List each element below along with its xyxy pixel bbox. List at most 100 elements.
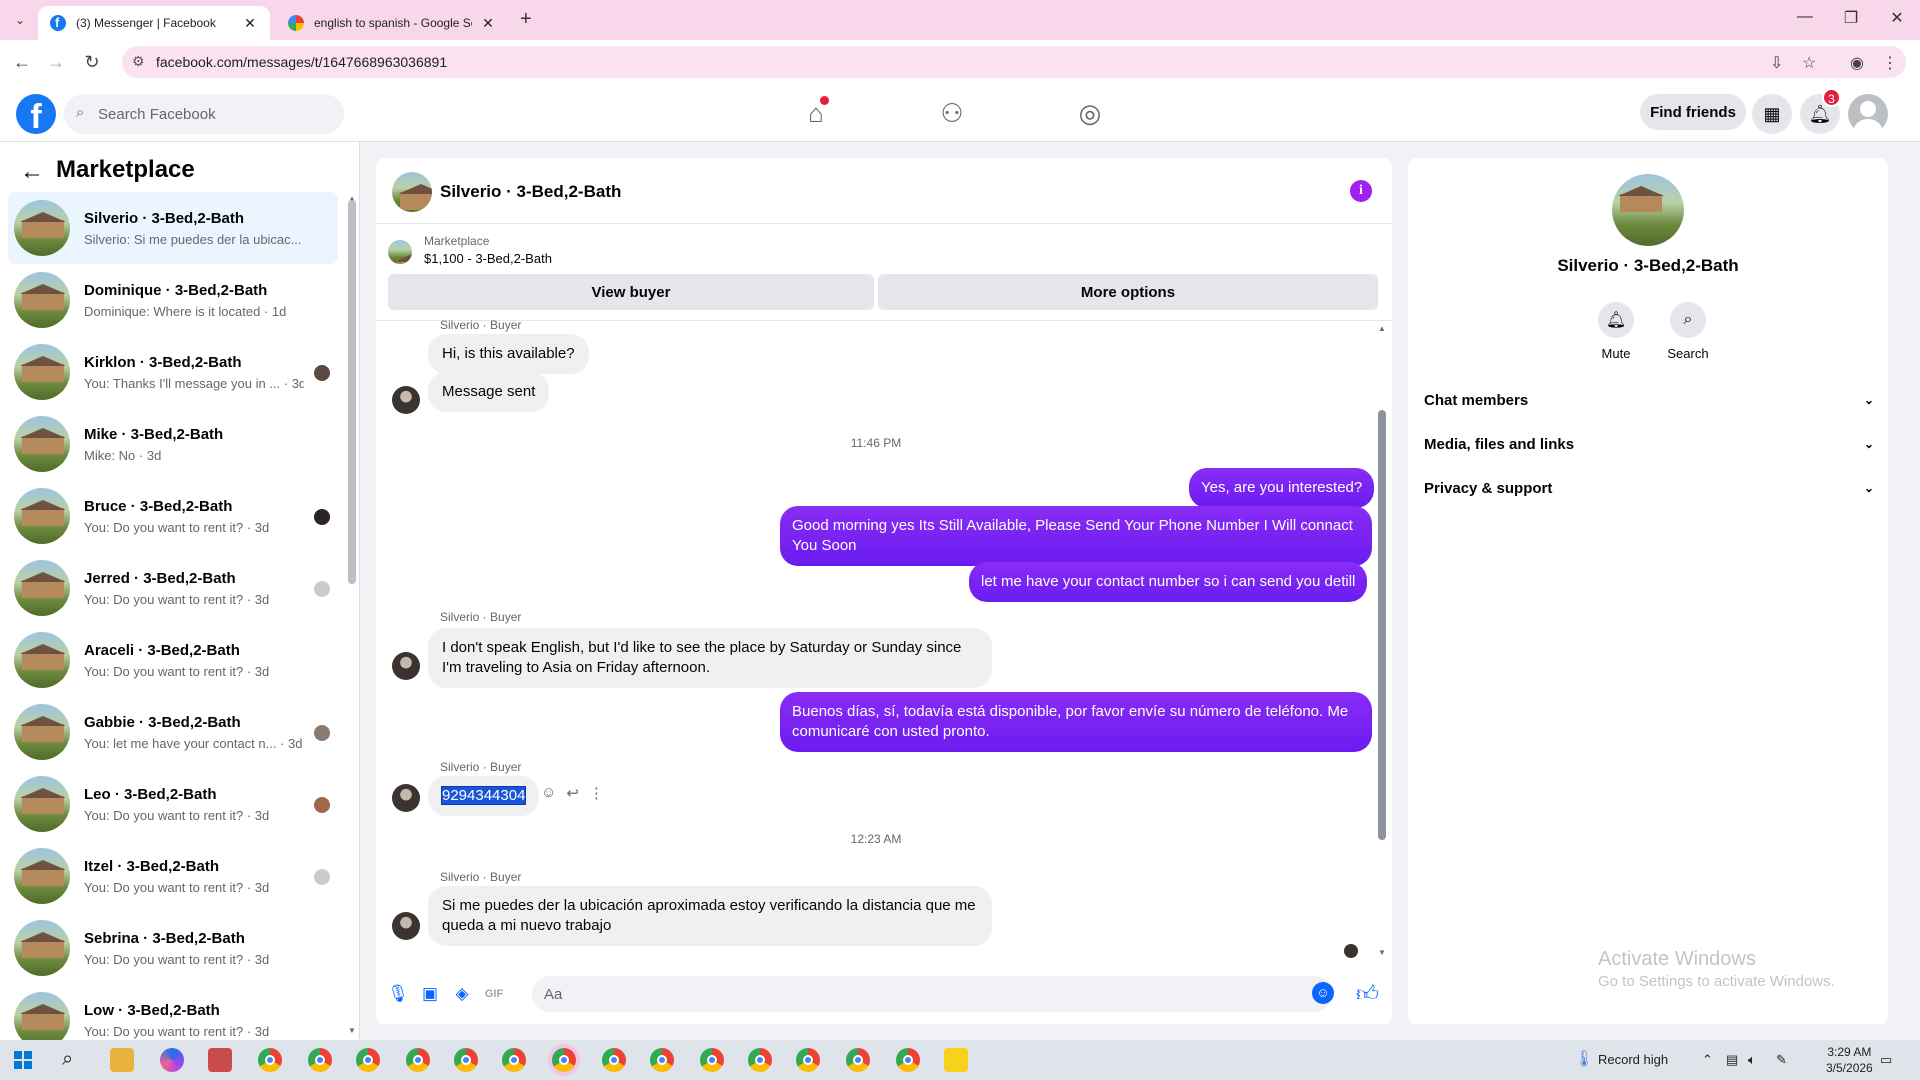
chrome-icon[interactable]	[796, 1048, 820, 1072]
find-friends-button[interactable]: Find friends	[1640, 94, 1746, 130]
conversation-item[interactable]: Itzel · 3-Bed,2-Bath You: Do you want to…	[8, 840, 338, 912]
chrome-icon[interactable]	[356, 1048, 380, 1072]
taskbar-clock[interactable]: 3:29 AM 3/5/2026	[1826, 1044, 1873, 1076]
thumbs-up-icon[interactable]: 👍︎	[1356, 980, 1379, 1007]
url-text[interactable]: facebook.com/messages/t/1647668963036891	[156, 54, 447, 70]
conversation-item[interactable]: Bruce · 3-Bed,2-Bath You: Do you want to…	[8, 480, 338, 552]
chat-title[interactable]: Silverio · 3-Bed,2-Bath	[440, 182, 621, 202]
chrome-icon[interactable]	[700, 1048, 724, 1072]
sticker-icon[interactable]: ◈	[450, 982, 474, 1006]
network-icon[interactable]: ▤	[1726, 1052, 1738, 1068]
menu-grid-icon[interactable]: ▦	[1752, 94, 1792, 134]
chat-avatar[interactable]	[392, 172, 432, 212]
close-tab-icon[interactable]: ✕	[480, 15, 496, 32]
bell-icon[interactable]: 🔔︎ 3	[1800, 88, 1841, 134]
media-files-links-section[interactable]: Media, files and links ⌄	[1424, 424, 1874, 464]
emoji-icon[interactable]: ☺	[1312, 982, 1334, 1004]
browser-menu-icon[interactable]: ⋮	[1882, 53, 1898, 73]
message-bubble-outgoing[interactable]: Buenos días, sí, todavía está disponible…	[780, 692, 1372, 752]
info-icon[interactable]: i	[1350, 180, 1372, 202]
conversation-item[interactable]: Dominique · 3-Bed,2-Bath Dominique: Wher…	[8, 264, 338, 336]
tab-google-search[interactable]: english to spanish - Google Sea ✕	[276, 6, 508, 40]
conversation-item[interactable]: Kirklon · 3-Bed,2-Bath You: Thanks I'll …	[8, 336, 338, 408]
conversation-item[interactable]: Mike · 3-Bed,2-Bath Mike: No · 3d	[8, 408, 338, 480]
chat-scrollbar[interactable]	[1378, 410, 1386, 840]
minimize-icon[interactable]: —	[1790, 8, 1820, 26]
chrome-icon[interactable]	[650, 1048, 674, 1072]
message-bubble-incoming[interactable]: 9294344304	[428, 776, 540, 816]
account-avatar[interactable]	[1848, 94, 1888, 134]
back-arrow-icon[interactable]: ←	[20, 158, 44, 186]
chrome-icon[interactable]	[602, 1048, 626, 1072]
chrome-icon[interactable]	[896, 1048, 920, 1072]
chrome-icon[interactable]	[552, 1048, 576, 1072]
sticky-notes-icon[interactable]	[944, 1048, 968, 1072]
forward-icon[interactable]: →	[44, 52, 68, 73]
profile-icon[interactable]: ◉	[1850, 53, 1864, 73]
message-bubble-incoming[interactable]: Message sent	[428, 372, 550, 412]
taskbar-search-icon[interactable]: ⌕	[62, 1048, 73, 1071]
install-app-icon[interactable]: ⇩	[1770, 53, 1783, 73]
omnibox[interactable]: ⚙ facebook.com/messages/t/16476689630368…	[122, 46, 1906, 78]
chrome-icon[interactable]	[308, 1048, 332, 1072]
file-explorer-icon[interactable]	[110, 1048, 134, 1072]
groups-icon[interactable]: ◎	[1070, 96, 1110, 130]
facebook-logo[interactable]: f	[16, 94, 56, 134]
message-bubble-incoming[interactable]: I don't speak English, but I'd like to s…	[428, 628, 992, 688]
sidebar-scrollbar[interactable]	[348, 200, 356, 584]
chat-members-section[interactable]: Chat members ⌄	[1424, 380, 1874, 420]
conversation-item[interactable]: Silverio · 3-Bed,2-Bath Silverio: Si me …	[8, 192, 338, 264]
scroll-up-arrow-icon[interactable]: ▲	[1378, 324, 1386, 333]
conversation-item[interactable]: Araceli · 3-Bed,2-Bath You: Do you want …	[8, 624, 338, 696]
reload-icon[interactable]: ↻	[80, 52, 104, 73]
search-conversation-button[interactable]: ⌕ Search	[1658, 302, 1718, 361]
copilot-icon[interactable]	[160, 1048, 184, 1072]
chrome-icon[interactable]	[454, 1048, 478, 1072]
contact-avatar[interactable]	[1612, 174, 1684, 246]
volume-icon[interactable]: 🔈︎	[1748, 1052, 1756, 1068]
scroll-down-arrow-icon[interactable]: ▼	[348, 1026, 356, 1035]
message-bubble-outgoing[interactable]: Good morning yes Its Still Available, Pl…	[780, 506, 1372, 566]
chrome-icon[interactable]	[406, 1048, 430, 1072]
microphone-icon[interactable]: 🎙︎	[386, 982, 410, 1006]
conversation-item[interactable]: Gabbie · 3-Bed,2-Bath You: let me have y…	[8, 696, 338, 768]
selected-phone-number[interactable]: 9294344304	[440, 786, 527, 805]
bookmark-star-icon[interactable]: ☆	[1802, 53, 1816, 73]
conversation-item[interactable]: Leo · 3-Bed,2-Bath You: Do you want to r…	[8, 768, 338, 840]
close-window-icon[interactable]: ✕	[1882, 8, 1912, 28]
tab-messenger[interactable]: (3) Messenger | Facebook ✕	[38, 6, 270, 40]
message-bubble-outgoing[interactable]: Yes, are you interested?	[1189, 468, 1375, 508]
facebook-search[interactable]: ⌕	[64, 94, 344, 134]
new-tab-icon[interactable]: +	[520, 8, 532, 31]
chrome-icon[interactable]	[502, 1048, 526, 1072]
scroll-down-arrow-icon[interactable]: ▼	[1378, 948, 1386, 957]
conversation-item[interactable]: Low · 3-Bed,2-Bath You: Do you want to r…	[8, 984, 338, 1040]
reply-icon[interactable]: ↩	[566, 784, 579, 802]
mute-button[interactable]: 🔔︎ Mute	[1586, 302, 1646, 361]
photo-icon[interactable]: ▣	[418, 982, 442, 1006]
app-icon[interactable]	[208, 1048, 232, 1072]
tab-search-chevron-icon[interactable]: ⌄	[8, 8, 32, 32]
more-options-button[interactable]: More options	[878, 274, 1378, 310]
message-input[interactable]	[544, 976, 1284, 1012]
back-icon[interactable]: ←	[10, 52, 34, 73]
search-input[interactable]	[98, 94, 328, 134]
home-icon[interactable]: ⌂	[796, 96, 836, 130]
view-buyer-button[interactable]: View buyer	[388, 274, 874, 310]
gif-icon[interactable]: GIF	[482, 982, 506, 1006]
restore-icon[interactable]: ❐	[1836, 8, 1866, 28]
chrome-icon[interactable]	[846, 1048, 870, 1072]
weather-label[interactable]: Record high	[1598, 1052, 1668, 1067]
chrome-icon[interactable]	[748, 1048, 772, 1072]
notification-center-icon[interactable]: ▭	[1880, 1052, 1892, 1068]
windows-start-icon[interactable]	[14, 1051, 32, 1069]
message-bubble-outgoing[interactable]: let me have your contact number so i can…	[969, 562, 1368, 602]
more-dots-icon[interactable]: ⋮	[589, 784, 604, 802]
site-info-icon[interactable]: ⚙	[132, 53, 145, 70]
message-bubble-incoming[interactable]: Hi, is this available?	[428, 334, 589, 374]
conversation-item[interactable]: Sebrina · 3-Bed,2-Bath You: Do you want …	[8, 912, 338, 984]
pen-icon[interactable]: ✎	[1776, 1052, 1787, 1068]
privacy-support-section[interactable]: Privacy & support ⌄	[1424, 468, 1874, 508]
message-bubble-incoming[interactable]: Si me puedes der la ubicación aproximada…	[428, 886, 992, 946]
chrome-icon[interactable]	[258, 1048, 282, 1072]
